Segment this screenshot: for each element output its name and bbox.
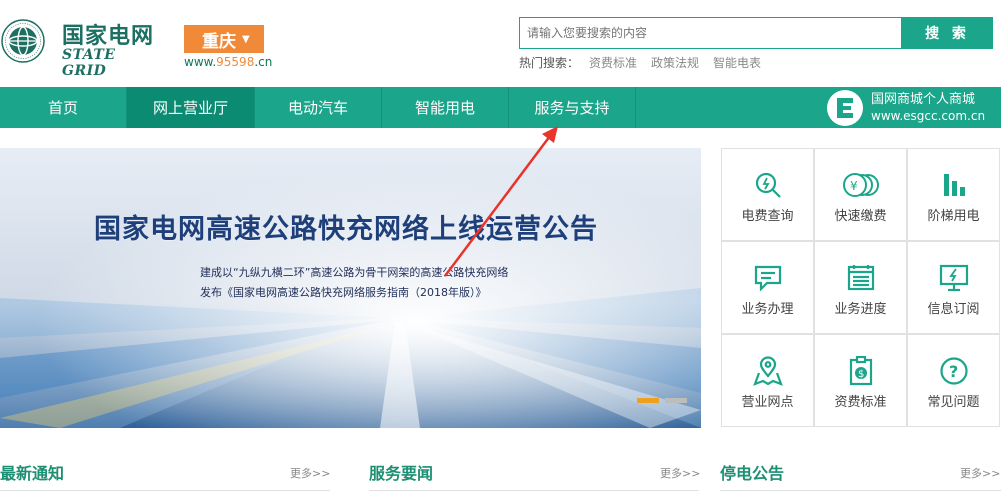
carousel-dot[interactable]	[665, 398, 687, 403]
mall-url: www.esgcc.com.cn	[871, 108, 986, 123]
bill-search-icon	[755, 172, 781, 198]
nav-item-smart-power[interactable]: 智能用电	[382, 87, 509, 128]
more-link[interactable]: 更多>>	[960, 465, 1000, 481]
banner-subtitle-2: 发布《国家电网高速公路快充网络服务指南（2018年版）》	[200, 286, 487, 299]
service-price-standard[interactable]: $ 资费标准	[814, 334, 907, 427]
section-title: 停电公告	[720, 464, 785, 483]
search-input[interactable]	[519, 17, 902, 49]
section-divider	[0, 490, 330, 491]
more-link[interactable]: 更多>>	[290, 465, 330, 481]
service-business-handling[interactable]: 业务办理	[721, 241, 814, 334]
service-label: 业务办理	[741, 302, 794, 317]
nav-item-home[interactable]: 首页	[0, 87, 127, 128]
service-label: 快速缴费	[834, 209, 887, 224]
service-service-outlets[interactable]: 营业网点	[721, 334, 814, 427]
url-prefix: www.	[184, 55, 217, 69]
esgcc-mall-link[interactable]: 国网商城个人商城 www.esgcc.com.cn	[827, 87, 1001, 128]
url-number: 95598	[216, 55, 255, 69]
price-tag-icon: $	[849, 356, 872, 386]
nav-item-electric-vehicle[interactable]: 电动汽车	[255, 87, 382, 128]
bar-chart-icon	[943, 174, 965, 196]
logo-english-name: STATE GRID	[62, 47, 116, 79]
news-section-latest: 最新通知 更多>>	[0, 460, 330, 504]
hot-search: 热门搜索： 资费标准 政策法规 智能电表	[519, 54, 775, 71]
service-info-subscription[interactable]: 信息订阅	[907, 241, 1000, 334]
search-bar: 搜 索	[519, 17, 993, 49]
city-name: 重庆	[202, 31, 236, 52]
map-pin-icon	[752, 356, 783, 386]
city-selector-button[interactable]: 重庆 ▼	[184, 25, 264, 53]
section-title: 最新通知	[0, 464, 65, 483]
coin-payment-icon: ¥	[842, 173, 879, 197]
nav-item-service-support[interactable]: 服务与支持	[509, 87, 636, 128]
more-link[interactable]: 更多>>	[660, 465, 700, 481]
carousel-indicators	[637, 398, 693, 403]
hot-search-item[interactable]: 资费标准	[589, 54, 637, 71]
section-divider	[369, 490, 699, 491]
nav-item-online-hall[interactable]: 网上营业厅	[127, 87, 255, 128]
url-suffix: .cn	[254, 55, 273, 69]
service-business-progress[interactable]: 业务进度	[814, 241, 907, 334]
svg-text:¥: ¥	[850, 179, 858, 193]
mall-e-logo-icon	[827, 89, 863, 126]
service-label: 业务进度	[834, 302, 887, 317]
section-title: 服务要闻	[369, 464, 434, 483]
question-circle-icon: ?	[939, 357, 968, 385]
progress-clipboard-icon	[847, 265, 874, 291]
monitor-bolt-icon	[939, 264, 968, 292]
svg-text:?: ?	[949, 362, 958, 381]
banner-title: 国家电网高速公路快充网络上线运营公告	[94, 214, 598, 245]
service-faq[interactable]: ? 常见问题	[907, 334, 1000, 427]
hot-search-item[interactable]: 政策法规	[651, 54, 699, 71]
hero-banner[interactable]: 国家电网高速公路快充网络上线运营公告 建成以“九纵九横二环”高速公路为骨干网架的…	[0, 148, 701, 428]
news-section-outage-notice: 停电公告 更多>>	[720, 460, 1001, 504]
banner-subtitle-1: 建成以“九纵九横二环”高速公路为骨干网架的高速公路快充网络	[200, 266, 509, 279]
svg-text:$: $	[858, 369, 864, 380]
hot-search-label: 热门搜索：	[519, 56, 580, 70]
service-grid: 电费查询 ¥ 快速缴费 阶梯用电 业务办理 业务进度 信息订阅 营业网点 $ 资…	[721, 148, 1001, 428]
service-bill-query[interactable]: 电费查询	[721, 148, 814, 241]
service-label: 资费标准	[834, 395, 887, 410]
caret-down-icon: ▼	[242, 33, 250, 45]
service-tiered-power[interactable]: 阶梯用电	[907, 148, 1000, 241]
carousel-dot[interactable]	[637, 398, 659, 403]
service-label: 常见问题	[927, 395, 980, 410]
state-grid-emblem-icon	[1, 19, 45, 63]
state-grid-logo[interactable]: 国家电网 STATE GRID	[0, 14, 160, 79]
hotline-url[interactable]: www.95598.cn	[184, 55, 272, 69]
service-label: 阶梯用电	[927, 209, 980, 224]
service-label: 营业网点	[741, 395, 794, 410]
news-section-service-news: 服务要闻 更多>>	[369, 460, 700, 504]
page-root: 国家电网 STATE GRID 重庆 ▼ www.95598.cn 搜 索 热门…	[0, 0, 1001, 504]
service-quick-pay[interactable]: ¥ 快速缴费	[814, 148, 907, 241]
service-label: 电费查询	[741, 209, 794, 224]
section-divider	[720, 490, 1001, 491]
hot-search-item[interactable]: 智能电表	[713, 54, 761, 71]
search-button[interactable]: 搜 索	[902, 17, 993, 49]
mall-title: 国网商城个人商城	[871, 91, 976, 107]
message-form-icon	[754, 265, 781, 292]
service-label: 信息订阅	[927, 302, 980, 317]
logo-chinese-name: 国家电网	[62, 24, 155, 49]
